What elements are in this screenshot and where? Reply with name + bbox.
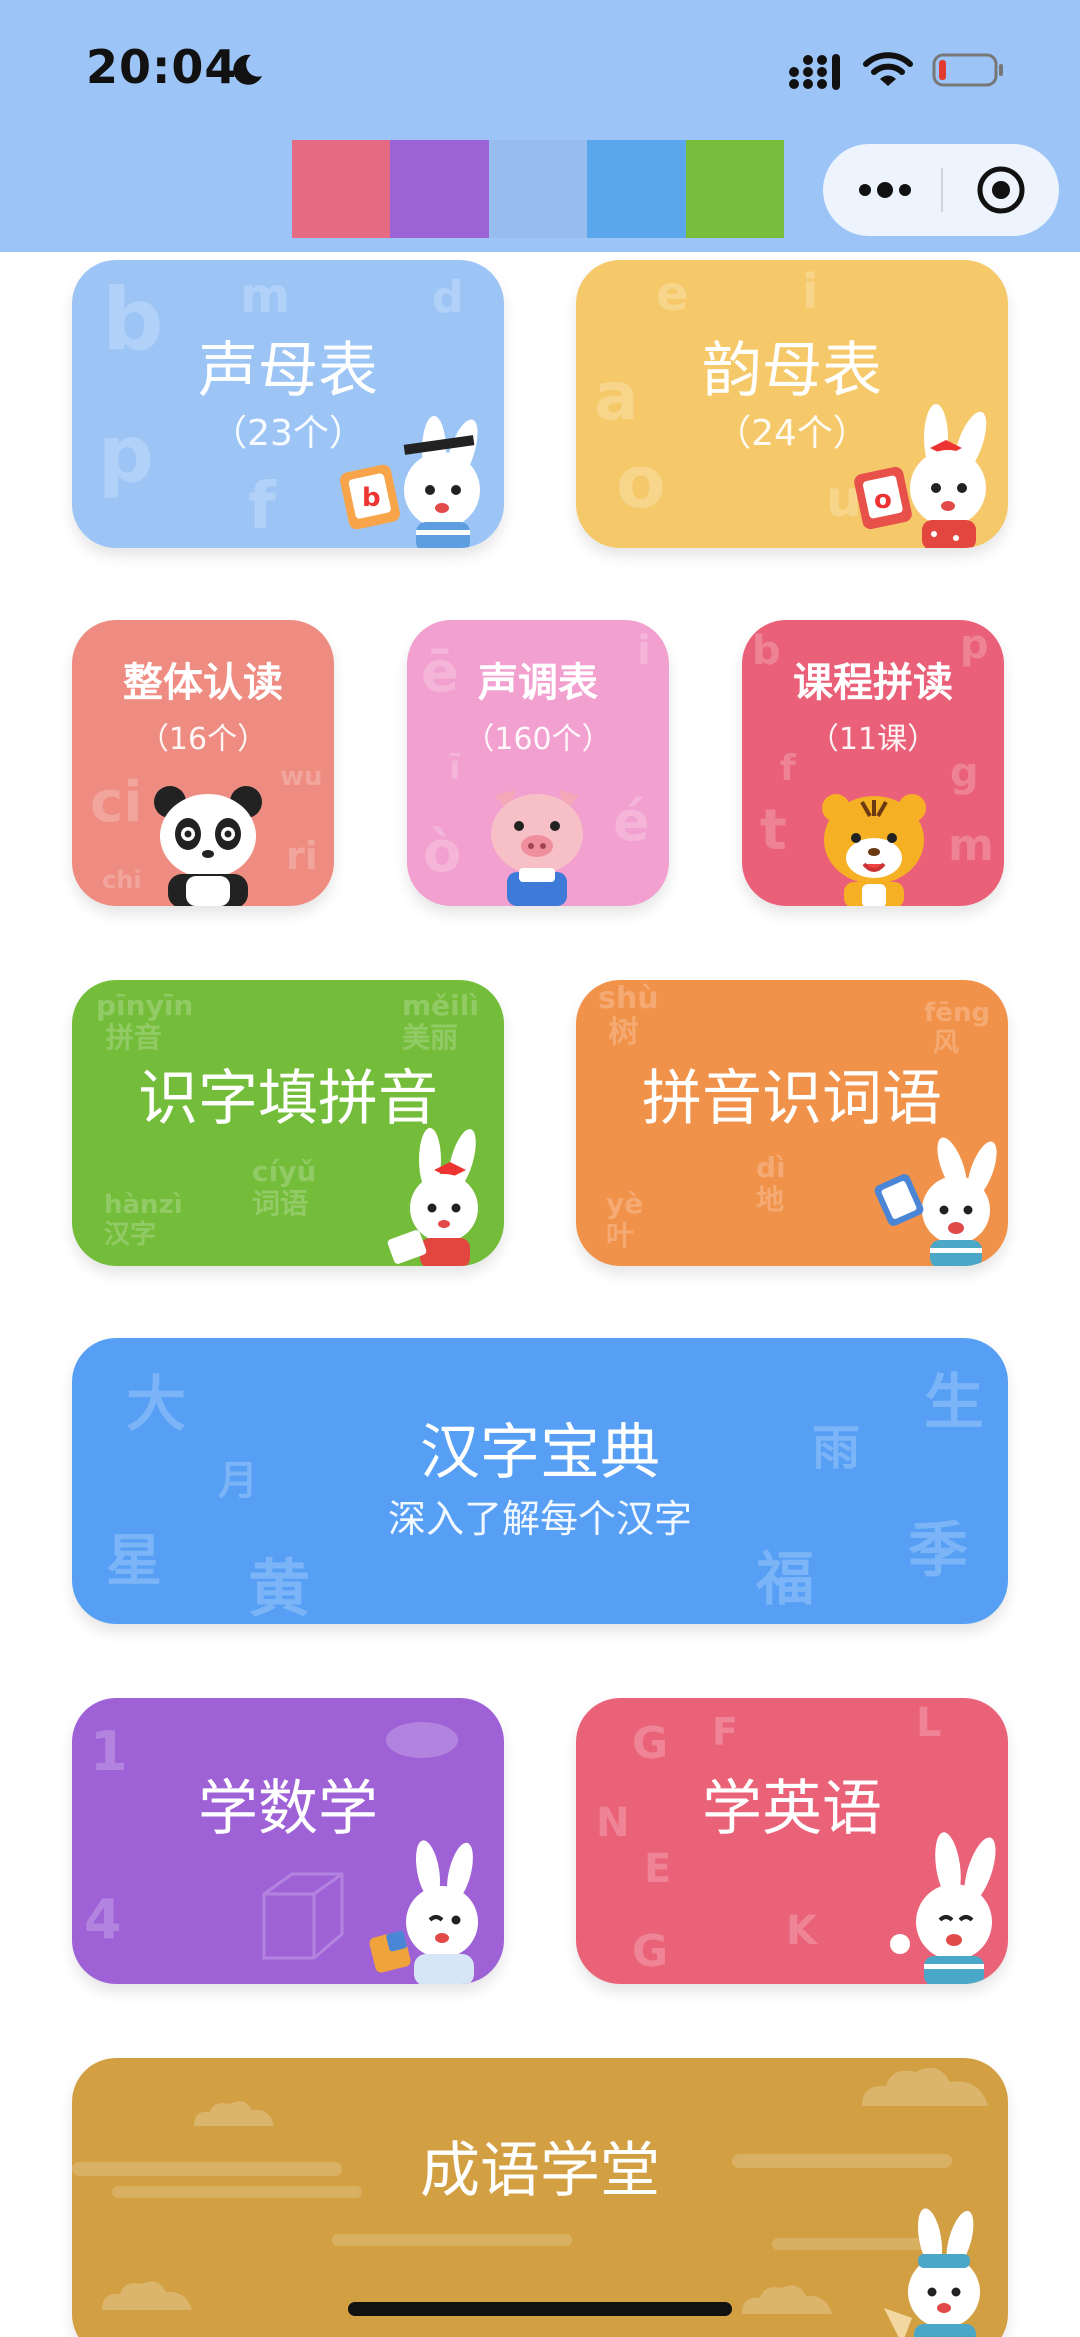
close-miniprogram-icon[interactable] <box>975 164 1027 216</box>
card-kecheng-pindu[interactable]: b p f g t m 课程拼读 （11课） <box>742 620 1004 906</box>
card-chengyu-xuetang[interactable]: 成语学堂 <box>72 2058 1008 2337</box>
deco-letter: e <box>656 266 689 322</box>
color-swatch-bar <box>292 140 784 238</box>
card-title: 整体认读 <box>123 660 283 706</box>
card-shizi-tian-pinyin[interactable]: pīnyīn 拼音 měilì 美丽 cíyǔ 词语 hànzì 汉字 识字填拼音 <box>72 980 504 1266</box>
card-subtitle: （11课） <box>808 722 938 757</box>
deco-letter: é <box>613 790 650 853</box>
tiger-mascot <box>822 794 926 906</box>
cloud-pattern-icon <box>742 2285 832 2314</box>
panda-mascot <box>154 786 262 906</box>
planet-ellipse-icon <box>386 1722 458 1758</box>
swatch-light-blue <box>488 140 588 238</box>
card-zhengti-rendu[interactable]: ci wu ri chi 整体认读 （16个） <box>72 620 334 906</box>
deco-word: cíyǔ 词语 <box>252 1155 317 1220</box>
card-shengmu-table[interactable]: b m d p f 声母表 （23个） b <box>72 260 504 548</box>
deco-letter: d <box>432 272 464 323</box>
deco-word: dì 地 <box>756 1151 786 1216</box>
svg-text:o: o <box>874 485 892 515</box>
deco-letter: L <box>916 1700 942 1746</box>
rabbit-scholar-mascot <box>884 2208 980 2337</box>
card-yunmu-table[interactable]: e i a o u 韵母表 （24个） o <box>576 260 1008 548</box>
deco-letter: ò <box>423 820 462 885</box>
home-indicator[interactable] <box>348 2302 732 2316</box>
card-subtitle: （160个） <box>464 722 612 757</box>
deco-letter: E <box>644 1846 672 1892</box>
deco-word: fēng 风 <box>924 998 991 1058</box>
deco-word: shù 树 <box>598 981 659 1050</box>
rabbit-mascot <box>890 1832 996 1984</box>
deco-letter: i <box>802 264 819 320</box>
status-time: 20:04 <box>86 40 238 94</box>
deco-letter: t <box>760 798 787 863</box>
deco-word: měilì 美丽 <box>402 989 479 1054</box>
cube-outline-icon <box>262 1872 344 1960</box>
card-shengdiao-table[interactable]: ē i ī ò é 声调表 （160个） <box>407 620 669 906</box>
swatch-blue <box>587 140 686 238</box>
card-title: 课程拼读 <box>793 660 953 706</box>
cloud-streak <box>332 2234 572 2246</box>
deco-digit: 4 <box>84 1888 122 1951</box>
rabbit-astronaut-mascot <box>369 1840 478 1984</box>
deco-letter: ci <box>90 770 143 835</box>
moon-icon <box>233 54 262 85</box>
deco-word: pīnyīn 拼音 <box>96 989 194 1054</box>
mini-program-capsule <box>823 144 1059 236</box>
deco-char: 福 <box>756 1545 815 1613</box>
battery-icon <box>932 53 1003 87</box>
top-header: 20:04 <box>0 0 1080 252</box>
card-title: 学数学 <box>198 1774 378 1844</box>
cloud-pattern-icon <box>862 2067 988 2106</box>
card-learn-math[interactable]: 1 4 学数学 <box>72 1698 504 1984</box>
card-subtitle: （16个） <box>138 722 268 757</box>
cloud-pattern-icon <box>102 2281 192 2310</box>
wifi-icon <box>863 52 913 86</box>
swatch-pink <box>292 140 391 238</box>
cellular-signal-icon <box>789 54 840 90</box>
deco-letter: G <box>632 1926 669 1977</box>
card-learn-english[interactable]: G F L N E K G 学英语 <box>576 1698 1008 1984</box>
deco-letter: m <box>240 268 291 324</box>
more-options-icon[interactable] <box>853 174 917 206</box>
card-title: 汉字宝典 <box>420 1418 660 1488</box>
card-title: 拼音识词语 <box>642 1064 942 1134</box>
card-pinyin-shi-ciyu[interactable]: shù 树 fēng 风 dì 地 yè 叶 拼音识词语 <box>576 980 1008 1266</box>
rabbit-boy-mascot <box>874 1137 997 1266</box>
deco-letter: F <box>712 1710 738 1754</box>
swatch-green <box>685 140 784 238</box>
deco-letter: ri <box>286 834 318 878</box>
card-title: 成语学堂 <box>420 2136 660 2206</box>
deco-letter: chi <box>102 866 142 894</box>
swatch-purple <box>390 140 489 238</box>
rabbit-graduate-mascot: b <box>340 416 480 548</box>
deco-letter: wu <box>280 762 323 792</box>
card-title: 声调表 <box>478 660 598 706</box>
deco-letter: K <box>786 1908 817 1954</box>
deco-word: yè 叶 <box>606 1187 644 1252</box>
rabbit-girl-mascot: o <box>854 404 987 548</box>
deco-letter: m <box>948 820 994 871</box>
card-subtitle: 深入了解每个汉字 <box>387 1497 692 1541</box>
capsule-divider <box>941 168 943 212</box>
deco-char: 黄 <box>248 1552 311 1624</box>
deco-letter: f <box>248 470 276 544</box>
deco-word: hànzì 汉字 <box>104 1190 183 1250</box>
rabbit-girl-mascot <box>387 1128 478 1266</box>
card-hanzi-baodian[interactable]: 大 月 星 黄 雨 生 福 季 汉字宝典 深入了解每个汉字 <box>72 1338 1008 1624</box>
pig-mascot <box>491 790 583 906</box>
svg-text:b: b <box>362 483 381 513</box>
